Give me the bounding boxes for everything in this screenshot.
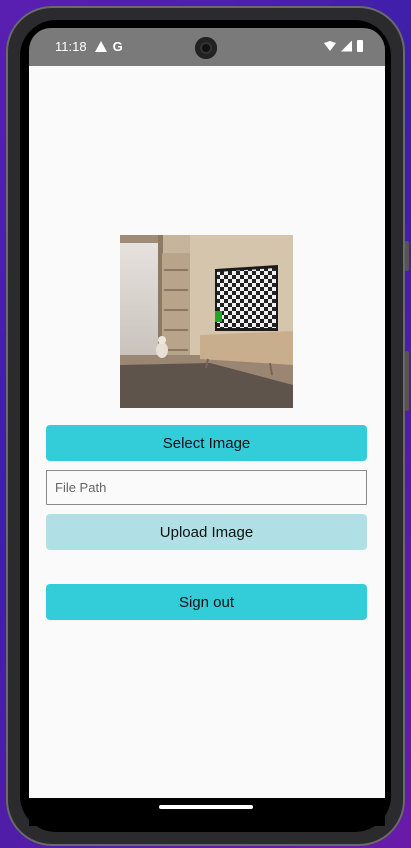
google-icon: G (112, 39, 123, 54)
volume-button (405, 241, 409, 271)
room-image (120, 235, 293, 408)
wifi-icon (324, 41, 336, 51)
sign-out-button[interactable]: Sign out (46, 584, 367, 620)
app-screen: Select Image Upload Image Sign out (29, 66, 385, 798)
battery-icon (357, 40, 363, 52)
status-right (324, 40, 363, 52)
nav-bar (29, 798, 385, 826)
file-path-input[interactable] (46, 470, 367, 505)
status-bar: 11:18 G (29, 28, 385, 66)
signal-icon (341, 40, 352, 52)
upload-image-button[interactable]: Upload Image (46, 514, 367, 550)
home-gesture-handle[interactable] (159, 805, 253, 809)
select-image-button[interactable]: Select Image (46, 425, 367, 461)
power-button (405, 351, 409, 411)
warning-icon (94, 41, 107, 52)
status-time: 11:18 (55, 39, 87, 54)
status-left: 11:18 G (55, 39, 123, 54)
image-preview (120, 235, 293, 408)
camera-cutout (195, 37, 217, 59)
